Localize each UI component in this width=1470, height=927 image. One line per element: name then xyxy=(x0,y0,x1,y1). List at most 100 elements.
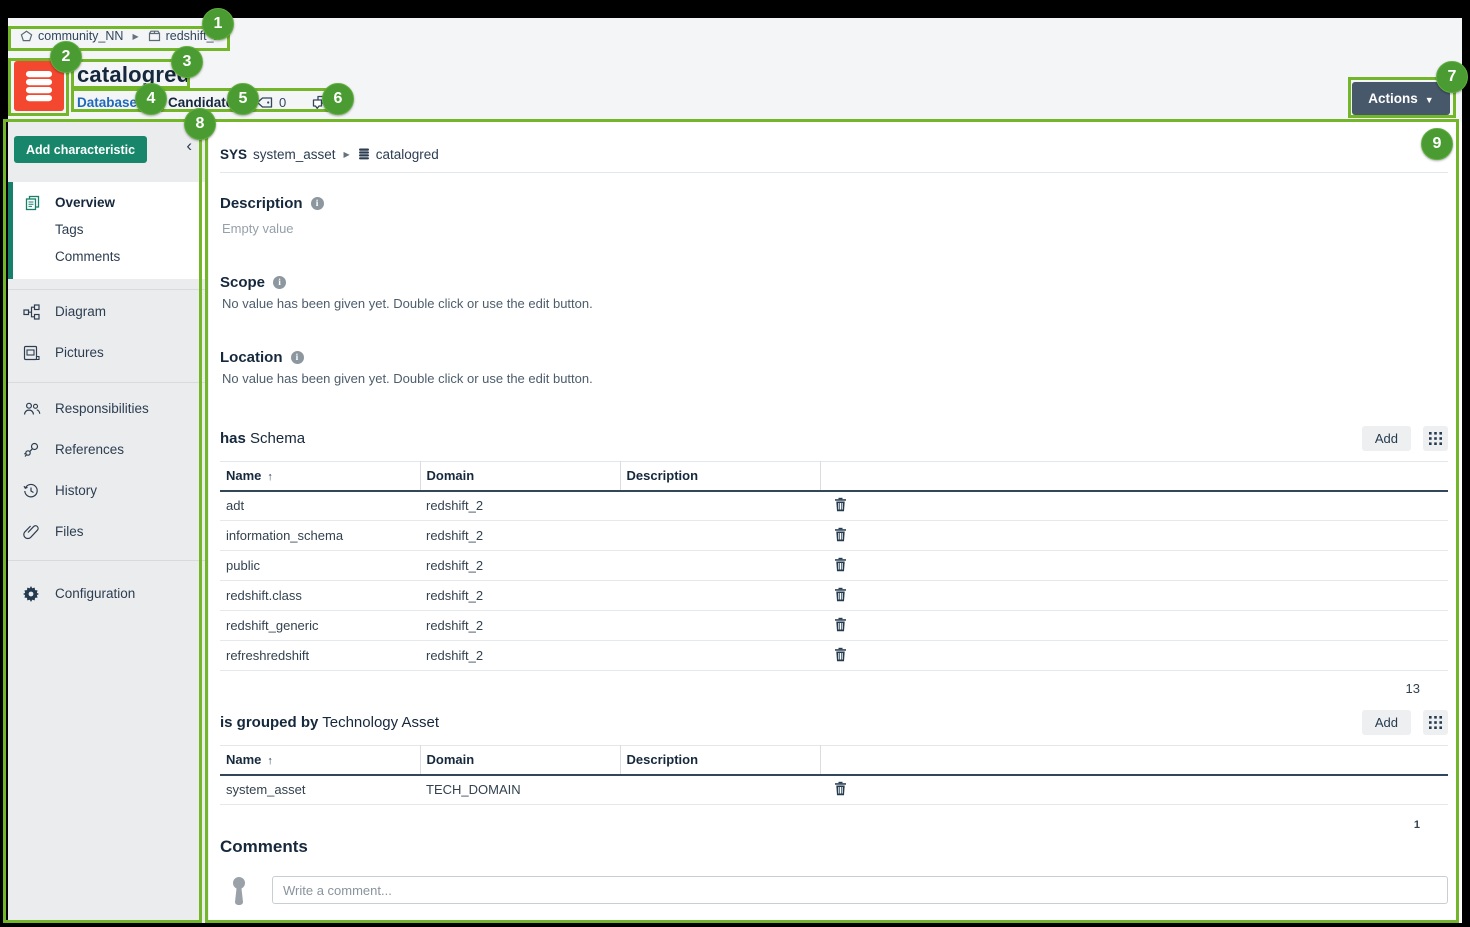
asset-meta-row: Database Candidate 0 0 xyxy=(77,95,369,110)
trash-icon[interactable] xyxy=(826,587,847,602)
sidebar-item-label: Files xyxy=(55,524,84,539)
asset-type-link[interactable]: Database xyxy=(77,95,168,110)
add-characteristic-button[interactable]: Add characteristic xyxy=(14,136,147,163)
sidebar-nav-card: Overview Tags Comments xyxy=(8,182,206,279)
comment-count[interactable]: 0 xyxy=(312,95,343,110)
location-heading: Location xyxy=(220,349,1448,366)
table-options-grid-icon[interactable] xyxy=(1423,426,1448,451)
tag-count[interactable]: 0 xyxy=(256,95,286,110)
schema-description xyxy=(620,611,820,641)
sidebar-item-configuration[interactable]: Configuration xyxy=(8,573,206,614)
has-schema-title: has Schema xyxy=(220,430,305,447)
breadcrumb-domain[interactable]: redshift_2 xyxy=(148,29,221,43)
sidebar-item-files[interactable]: Files xyxy=(8,511,206,552)
column-header-name[interactable]: Name↑ xyxy=(220,462,420,491)
table-row: redshift_generic redshift_2 xyxy=(220,611,1448,641)
scope-heading: Scope xyxy=(220,274,1448,291)
info-icon xyxy=(291,351,304,364)
trash-icon[interactable] xyxy=(826,781,847,796)
gear-icon xyxy=(23,586,39,602)
schema-name[interactable]: public xyxy=(220,551,420,581)
description-heading-label: Description xyxy=(220,195,303,212)
sidebar-divider xyxy=(8,382,206,383)
description-value[interactable]: Empty value xyxy=(220,221,1448,236)
actions-button[interactable]: Actions ▼ xyxy=(1352,82,1450,115)
schema-domain: redshift_2 xyxy=(420,491,620,521)
table-row: refreshredshift redshift_2 xyxy=(220,641,1448,671)
actions-button-label: Actions xyxy=(1368,91,1418,106)
sidebar-item-comments[interactable]: Comments xyxy=(8,243,206,270)
references-link-icon xyxy=(23,442,40,458)
diagram-icon xyxy=(23,304,40,320)
trash-icon[interactable] xyxy=(826,557,847,572)
asset-status[interactable]: Candidate xyxy=(168,95,256,110)
group-description xyxy=(620,775,820,805)
location-value[interactable]: No value has been given yet. Double clic… xyxy=(220,371,1448,386)
column-header-domain[interactable]: Domain xyxy=(420,462,620,491)
sidebar-item-responsibilities[interactable]: Responsibilities xyxy=(8,388,206,429)
asset-path-breadcrumb: SYS system_asset ▶ catalogred xyxy=(220,122,1448,164)
schema-description xyxy=(620,491,820,521)
table-row: information_schema redshift_2 xyxy=(220,521,1448,551)
relation-title-rest: Technology Asset xyxy=(322,714,439,731)
sidebar-item-tags[interactable]: Tags xyxy=(8,216,206,243)
grouped-by-total-count: 1 xyxy=(220,805,1448,831)
page-title: catalogred xyxy=(77,62,190,88)
column-header-description[interactable]: Description xyxy=(620,746,820,775)
breadcrumb-community[interactable]: community_NN xyxy=(20,29,123,43)
community-icon xyxy=(20,30,33,42)
column-header-name[interactable]: Name↑ xyxy=(220,746,420,775)
breadcrumb-community-label: community_NN xyxy=(38,29,123,43)
column-header-domain[interactable]: Domain xyxy=(420,746,620,775)
sort-asc-icon: ↑ xyxy=(267,471,273,483)
sidebar-item-label: Configuration xyxy=(55,586,135,601)
mini-database-icon xyxy=(358,148,370,160)
column-header-description[interactable]: Description xyxy=(620,462,820,491)
column-header-actions xyxy=(820,462,1448,491)
asset-parent-link[interactable]: system_asset xyxy=(253,147,336,162)
relation-title-rest: Schema xyxy=(250,430,305,447)
schema-description xyxy=(620,641,820,671)
main-panel: SYS system_asset ▶ catalogred Descriptio… xyxy=(206,122,1462,923)
schema-domain: redshift_2 xyxy=(420,581,620,611)
schema-name[interactable]: adt xyxy=(220,491,420,521)
schema-name[interactable]: refreshredshift xyxy=(220,641,420,671)
schema-domain: redshift_2 xyxy=(420,611,620,641)
sidebar-item-history[interactable]: History xyxy=(8,470,206,511)
sidebar-item-label: Pictures xyxy=(55,345,104,360)
sidebar-item-label: Tags xyxy=(55,222,84,237)
sidebar-divider xyxy=(8,560,206,561)
table-options-grid-icon[interactable] xyxy=(1423,710,1448,735)
add-schema-button[interactable]: Add xyxy=(1362,426,1411,451)
sidebar-collapse-icon[interactable]: ‹ xyxy=(186,137,192,154)
trash-icon[interactable] xyxy=(826,617,847,632)
sidebar-item-diagram[interactable]: Diagram xyxy=(8,291,206,332)
group-name[interactable]: system_asset xyxy=(220,775,420,805)
sidebar-item-pictures[interactable]: Pictures xyxy=(8,332,206,373)
schema-name[interactable]: redshift.class xyxy=(220,581,420,611)
trash-icon[interactable] xyxy=(826,527,847,542)
schema-domain: redshift_2 xyxy=(420,551,620,581)
trash-icon[interactable] xyxy=(826,647,847,662)
scope-value[interactable]: No value has been given yet. Double clic… xyxy=(220,296,1448,311)
breadcrumb: community_NN ▶ redshift_2 xyxy=(20,29,221,43)
asset-type-logo xyxy=(14,61,64,111)
schema-name[interactable]: information_schema xyxy=(220,521,420,551)
people-icon xyxy=(23,401,41,416)
sidebar-divider xyxy=(8,289,206,290)
sidebar-item-overview[interactable]: Overview xyxy=(8,189,206,216)
table-row: redshift.class redshift_2 xyxy=(220,581,1448,611)
breadcrumb-separator-icon: ▶ xyxy=(344,150,350,159)
relation-title-bold: is grouped by xyxy=(220,714,318,731)
sort-asc-icon: ↑ xyxy=(267,755,273,767)
add-grouped-by-button[interactable]: Add xyxy=(1362,710,1411,735)
asset-current-label: catalogred xyxy=(376,147,439,162)
breadcrumb-domain-label: redshift_2 xyxy=(166,29,221,43)
database-icon xyxy=(24,70,54,102)
sidebar-item-references[interactable]: References xyxy=(8,429,206,470)
sidebar-item-label: Responsibilities xyxy=(55,401,149,416)
schema-name[interactable]: redshift_generic xyxy=(220,611,420,641)
comment-input[interactable] xyxy=(272,876,1448,904)
table-row: adt redshift_2 xyxy=(220,491,1448,521)
trash-icon[interactable] xyxy=(826,497,847,512)
